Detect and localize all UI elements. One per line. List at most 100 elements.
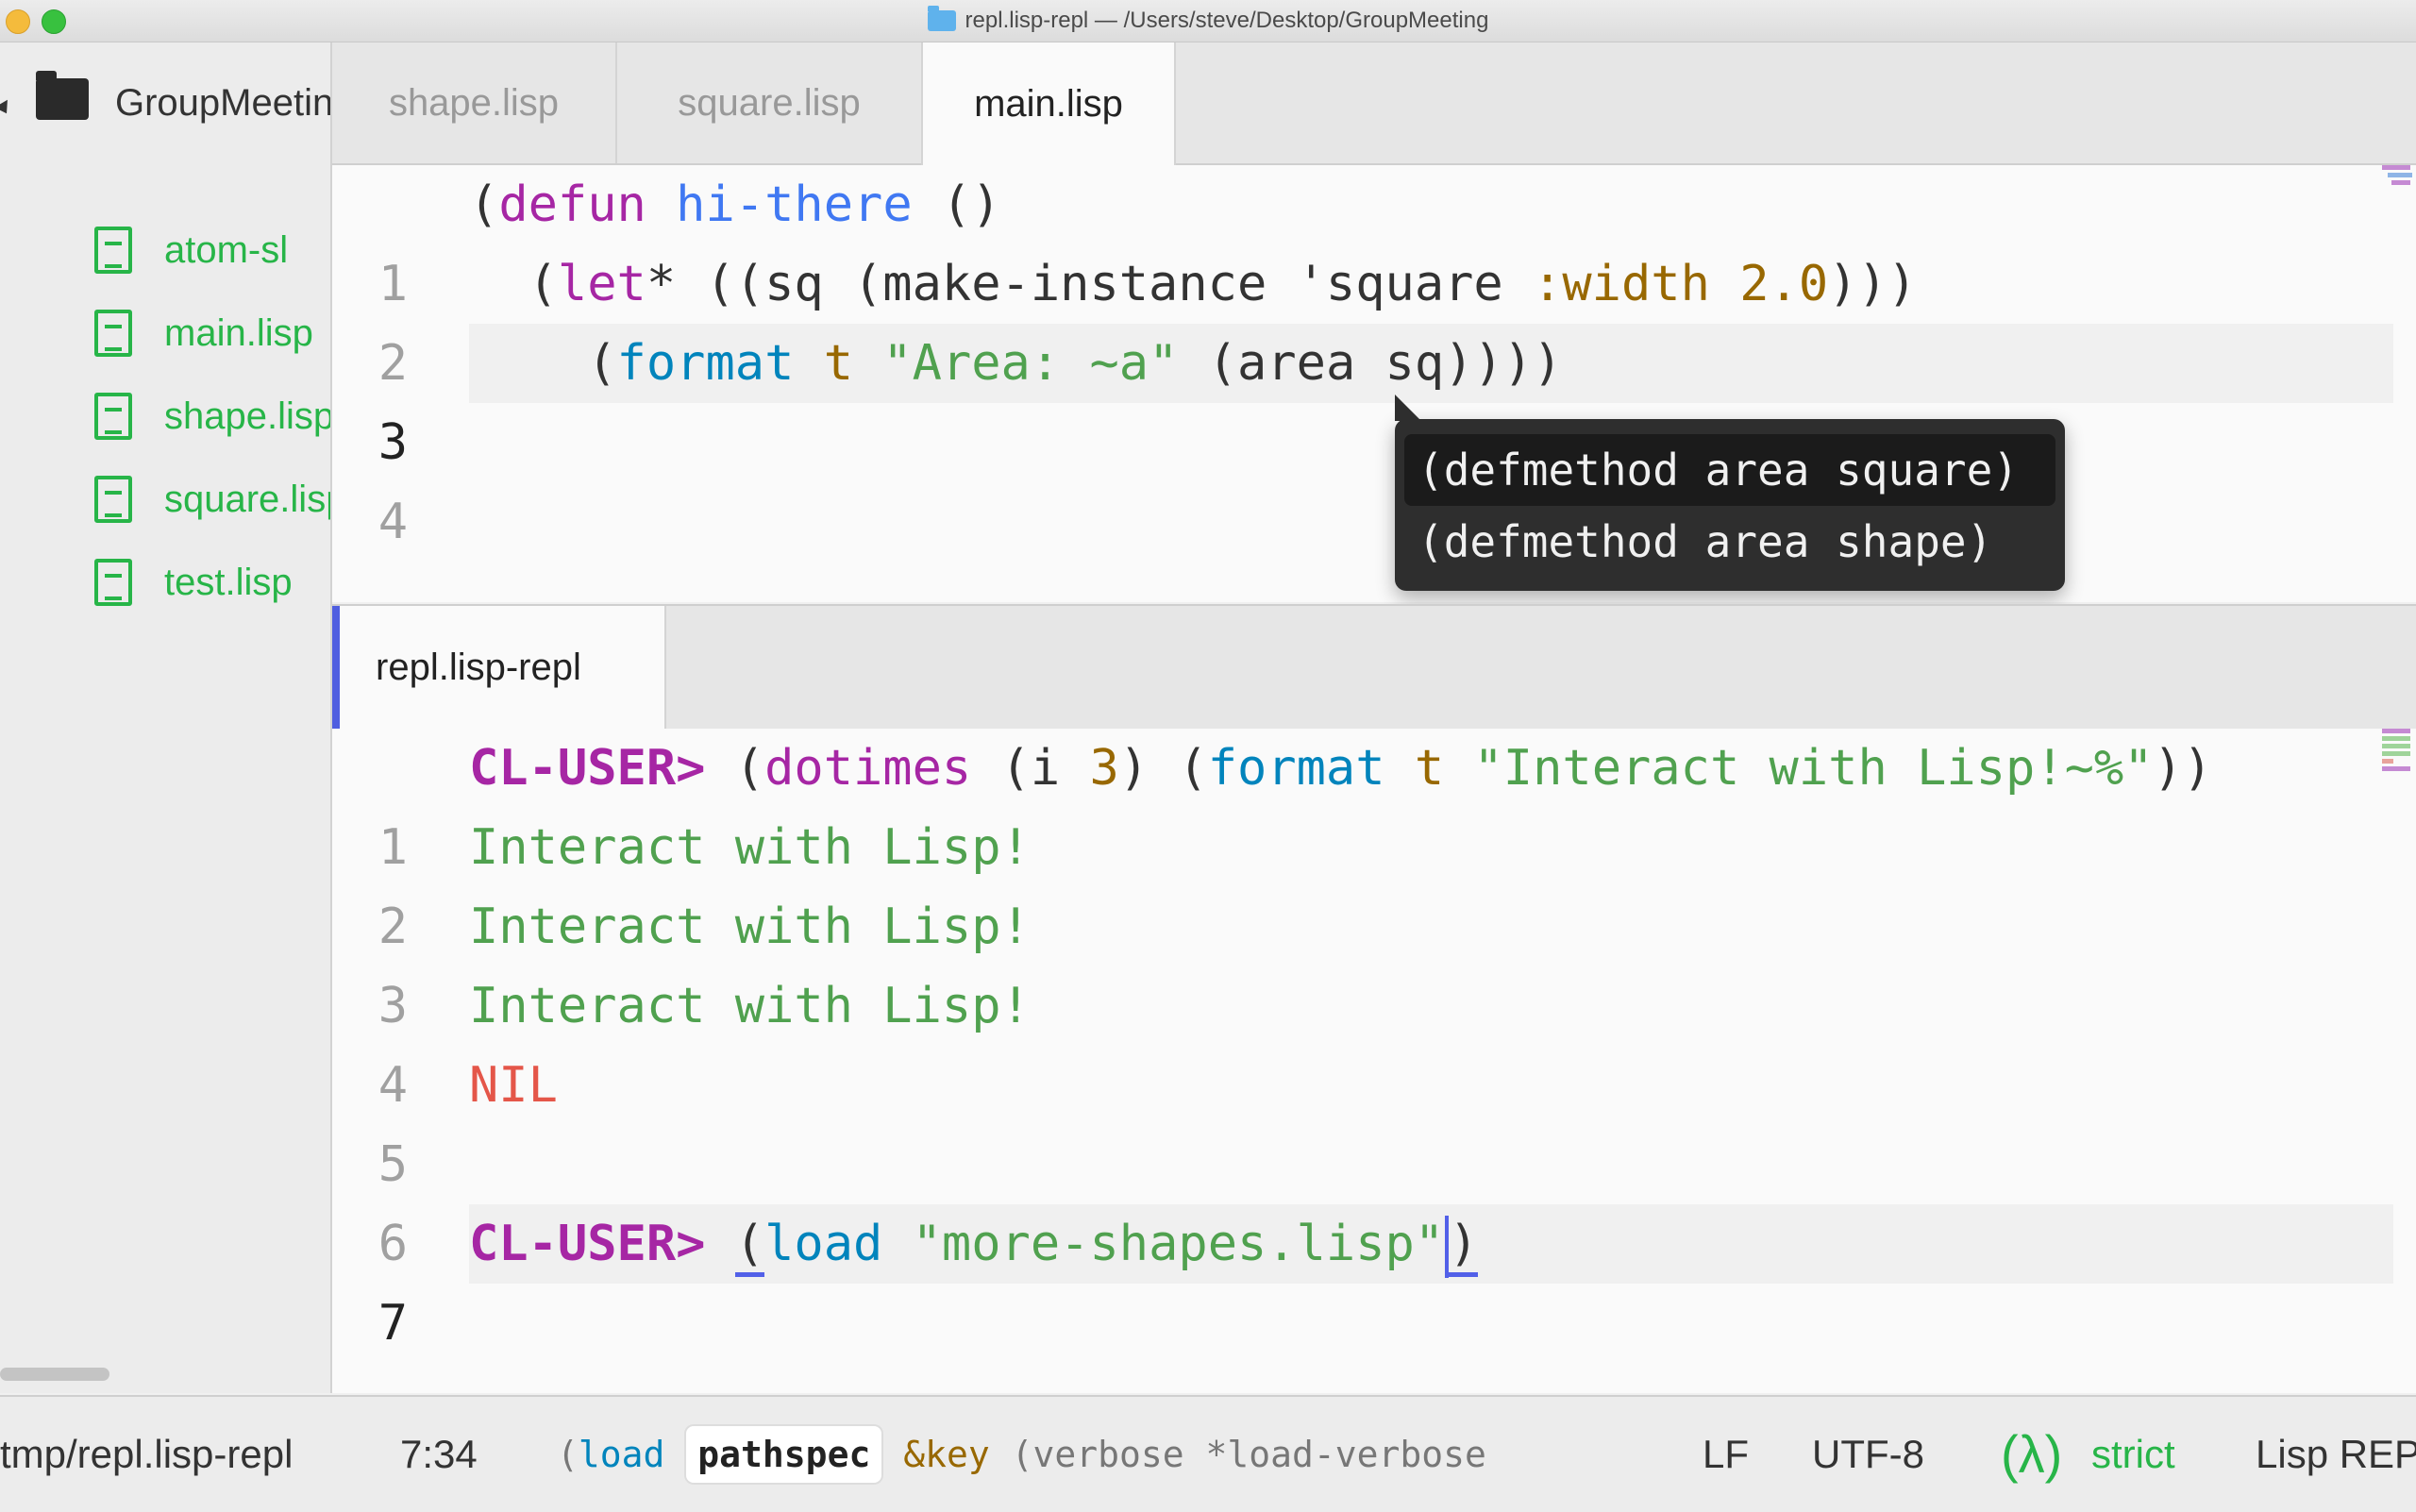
- autocomplete-item[interactable]: (defmethod area shape): [1404, 506, 2055, 578]
- lambda-icon[interactable]: (λ): [2001, 1397, 2062, 1512]
- status-paredit-mode[interactable]: strict: [2091, 1397, 2175, 1512]
- matched-paren: ): [1449, 1216, 1479, 1277]
- tree-file-label: main.lisp: [164, 311, 313, 354]
- repl-line: 3 Interact with Lisp!: [332, 887, 2416, 1034]
- paren: (: [705, 740, 765, 797]
- editor-line-current: 3 (format t "Area: ~a" (area sq)))): [332, 324, 2416, 471]
- file-icon: [94, 476, 132, 523]
- tree-file-label: shape.lisp: [164, 395, 332, 437]
- tab-square-lisp[interactable]: square.lisp: [617, 42, 923, 163]
- paren: (: [469, 176, 499, 233]
- repl-output: Interact with Lisp!: [469, 978, 1031, 1034]
- function-format: format: [1207, 740, 1385, 797]
- folder-icon: [927, 6, 956, 31]
- bottom-tab-bar: repl.lisp-repl: [332, 604, 2416, 731]
- sig-function-name: load: [578, 1434, 665, 1475]
- tree-file-item[interactable]: shape.lisp: [94, 388, 332, 445]
- string-literal: "Area: ~a": [882, 335, 1179, 392]
- tab-label: square.lisp: [678, 81, 861, 124]
- line-number: 4: [378, 494, 408, 550]
- tab-label: main.lisp: [974, 82, 1123, 125]
- keyword-dotimes: dotimes: [764, 740, 972, 797]
- line-code: (let* ((sq (make-instance 'square :width…: [469, 244, 2393, 324]
- editor-line: 1 (defun hi-there (): [332, 165, 2416, 312]
- main-lisp-editor[interactable]: 1 (defun hi-there () 2 (let* ((sq (make-…: [332, 165, 2416, 602]
- function-signature-hint: (load pathspec &key (verbose *load-verbo…: [557, 1397, 1486, 1512]
- keyword-defun: defun: [498, 176, 646, 233]
- tree-file-label: atom-sl: [164, 228, 289, 271]
- repl-prompt: CL-USER>: [469, 740, 706, 797]
- tree-file-label: square.lisp: [164, 478, 332, 520]
- top-tab-bar: shape.lisp square.lisp main.lisp: [332, 42, 2416, 165]
- title-bar: repl.lisp-repl — /Users/steve/Desktop/Gr…: [0, 0, 2416, 42]
- editor-line: 4: [332, 403, 2416, 550]
- tree-file-item[interactable]: test.lisp: [94, 554, 293, 611]
- tree-view: GroupMeeting atom-sl main.lisp shape.lis…: [0, 42, 332, 1393]
- number-literal: 2.0: [1739, 256, 1829, 312]
- sig-rest: (verbose *load-verbose: [1011, 1434, 1486, 1475]
- file-icon: [94, 310, 132, 357]
- matched-paren: (: [734, 1216, 765, 1277]
- status-grammar[interactable]: Lisp REPL: [2256, 1397, 2416, 1512]
- tree-root-label[interactable]: GroupMeeting: [115, 82, 330, 125]
- repl-line: 4 Interact with Lisp!: [332, 966, 2416, 1114]
- symbol-t: t: [823, 335, 854, 392]
- tab-main-lisp[interactable]: main.lisp: [921, 42, 1176, 165]
- status-cursor-position[interactable]: 7:34: [400, 1397, 478, 1512]
- editor-line: 2 (let* ((sq (make-instance 'square :wid…: [332, 244, 2416, 392]
- repl-line: 6: [332, 1125, 2416, 1272]
- repl-output: Interact with Lisp!: [469, 819, 1031, 876]
- tab-label: shape.lisp: [388, 81, 560, 124]
- string-literal: "more-shapes.lisp": [912, 1216, 1445, 1272]
- symbol-t: t: [1414, 740, 1445, 797]
- autocomplete-item-selected[interactable]: (defmethod area square): [1404, 434, 2055, 506]
- repl-result: NIL: [469, 1057, 558, 1114]
- function-load: load: [764, 1216, 883, 1272]
- tree-file-item[interactable]: atom-sl: [94, 222, 288, 278]
- close-parens: )): [2153, 740, 2213, 797]
- minimap[interactable]: [2382, 165, 2416, 188]
- tab-repl-lisp-repl[interactable]: repl.lisp-repl: [332, 606, 666, 729]
- status-file-path[interactable]: tmp/repl.lisp-repl: [0, 1397, 293, 1512]
- tab-shape-lisp[interactable]: shape.lisp: [332, 42, 617, 163]
- code-text: ) (: [1118, 740, 1208, 797]
- sig-open-paren: (: [557, 1434, 579, 1475]
- repl-prompt: CL-USER>: [469, 1216, 706, 1272]
- line-code: CL-USER> (dotimes (i 3) (format t "Inter…: [469, 729, 2393, 808]
- repl-editor[interactable]: 1 CL-USER> (dotimes (i 3) (format t "Int…: [332, 729, 2416, 1393]
- keyword-arg: :width: [1533, 256, 1710, 312]
- code-text: * ((sq (make-instance 'square: [646, 256, 1534, 312]
- keyword-let: let: [557, 256, 646, 312]
- status-line-ending[interactable]: LF: [1703, 1397, 1749, 1512]
- number-literal: 3: [1089, 740, 1119, 797]
- tree-horizontal-scrollbar[interactable]: [0, 1368, 109, 1381]
- repl-line: 1 CL-USER> (dotimes (i 3) (format t "Int…: [332, 729, 2416, 876]
- repl-line-current: 7 CL-USER> (load "more-shapes.lisp"): [332, 1204, 2416, 1352]
- paren: (: [469, 256, 558, 312]
- minimap[interactable]: [2382, 729, 2416, 774]
- tree-file-item[interactable]: square.lisp: [94, 471, 332, 528]
- tree-file-item[interactable]: main.lisp: [94, 305, 313, 361]
- close-parens: ))): [1828, 256, 1918, 312]
- file-icon: [94, 393, 132, 440]
- status-encoding[interactable]: UTF-8: [1812, 1397, 1924, 1512]
- autocomplete-popup: (defmethod area square) (defmethod area …: [1395, 395, 2065, 591]
- status-bar: tmp/repl.lisp-repl 7:34 (load pathspec &…: [0, 1395, 2416, 1512]
- sig-key-marker: &key: [903, 1434, 990, 1475]
- folder-icon: [36, 71, 89, 120]
- disclosure-arrow-icon[interactable]: [0, 99, 13, 118]
- file-icon: [94, 227, 132, 274]
- paren: (: [469, 335, 617, 392]
- function-name: hi-there: [676, 176, 913, 233]
- code-text: (i: [971, 740, 1090, 797]
- line-number: 7: [378, 1295, 408, 1352]
- string-literal: "Interact with Lisp!~%": [1473, 740, 2154, 797]
